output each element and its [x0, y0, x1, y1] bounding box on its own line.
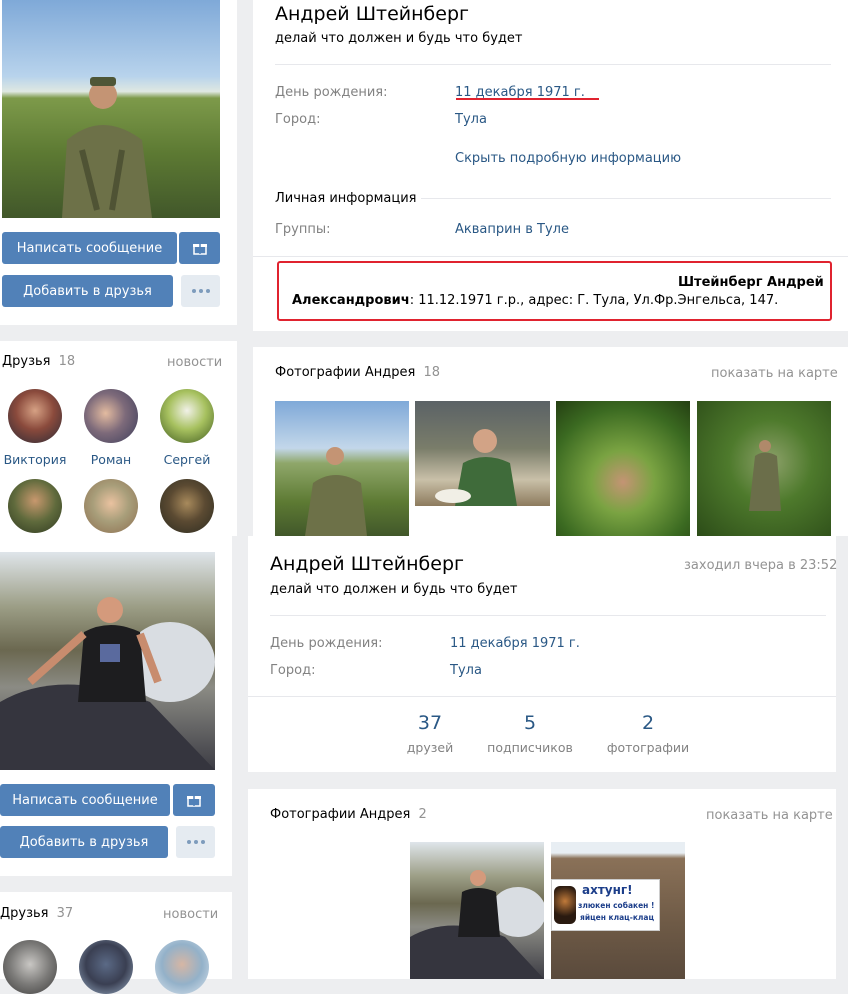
friends-card: Друзья 18 новости Виктория Роман Сергей — [0, 341, 237, 536]
left-profile-card: Написать сообщение Добавить в друзья — [0, 0, 237, 325]
counter-number: 2 — [641, 712, 655, 734]
sign-text-line1: ахтунг! — [582, 883, 633, 897]
note-name-line2: Александрович — [292, 293, 410, 308]
photos-heading[interactable]: Фотографии Андрея 18 — [275, 365, 440, 380]
gift-icon — [187, 796, 201, 807]
gift-button[interactable] — [173, 784, 215, 816]
birthday-value[interactable]: 11 декабря 1971 г. — [450, 636, 580, 651]
add-friend-button[interactable]: Добавить в друзья — [2, 275, 173, 307]
sign-text-line2: злюкен собакен ! — [578, 901, 655, 910]
photo-thumbnail[interactable] — [556, 401, 690, 536]
top-profile-info-card: Андрей Штейнберг делай что должен и будь… — [253, 0, 848, 331]
last-seen: заходил вчера в 23:52 — [684, 558, 838, 573]
city-label: Город: — [270, 663, 316, 678]
sign-text-line3: яйцен клац-клац — [580, 913, 655, 922]
friend-avatar[interactable] — [160, 479, 214, 533]
friends-heading[interactable]: Друзья 37 — [0, 906, 73, 921]
note-details: : 11.12.1971 г.р., адрес: Г. Тула, Ул.Фр… — [409, 293, 779, 308]
note-name-line1: Штейнберг Андрей — [678, 275, 824, 290]
friends-count: 18 — [58, 354, 76, 369]
dog-icon — [554, 886, 576, 924]
birthday-label: День рождения: — [275, 85, 388, 100]
friend-avatar[interactable] — [3, 940, 57, 994]
city-value[interactable]: Тула — [455, 112, 487, 127]
friend-name[interactable]: Роман — [76, 452, 146, 467]
photo-thumbnail[interactable] — [410, 842, 544, 979]
man-and-car-icon — [0, 597, 215, 770]
more-actions-button[interactable] — [176, 826, 215, 858]
divider — [248, 696, 836, 697]
friends-heading-label: Друзья — [2, 354, 51, 369]
friend-avatar[interactable] — [155, 940, 209, 994]
divider — [421, 198, 831, 199]
counter-label: фотографии — [606, 740, 690, 755]
note-line2: Александрович: 11.12.1971 г.р., адрес: Г… — [292, 293, 778, 308]
show-on-map-link[interactable]: показать на карте — [706, 808, 833, 823]
photos-heading[interactable]: Фотографии Андрея 2 — [270, 807, 427, 822]
bottom-profile-info-card: Андрей Штейнберг заходил вчера в 23:52 д… — [248, 536, 838, 772]
friends-heading[interactable]: Друзья 18 — [2, 354, 75, 369]
city-label: Город: — [275, 112, 321, 127]
show-on-map-link[interactable]: показать на карте — [711, 366, 838, 381]
counter-label: друзей — [406, 740, 454, 755]
divider — [253, 256, 848, 257]
profile-name: Андрей Штейнберг — [270, 553, 464, 575]
counter-number: 5 — [523, 712, 537, 734]
profile-status: делай что должен и будь что будет — [275, 31, 523, 46]
friend-name[interactable]: Виктория — [0, 452, 70, 467]
friend-avatar[interactable] — [84, 389, 138, 443]
friend-avatar[interactable] — [160, 389, 214, 443]
photo-thumbnail[interactable] — [697, 401, 831, 536]
gift-button[interactable] — [179, 232, 220, 264]
add-friend-button[interactable]: Добавить в друзья — [0, 826, 168, 858]
friends-count: 37 — [56, 906, 74, 921]
left-profile-card-2: Написать сообщение Добавить в друзья — [0, 536, 232, 876]
bottom-photos-card: Фотографии Андрея 2 показать на карте ах… — [248, 789, 836, 979]
soldier-figure-icon — [62, 77, 152, 218]
divider — [270, 615, 826, 616]
photos-heading-label: Фотографии Андрея — [270, 807, 411, 822]
photos-count: 18 — [423, 365, 441, 380]
friend-avatar[interactable] — [84, 479, 138, 533]
profile-avatar-photo[interactable] — [0, 552, 215, 770]
news-link[interactable]: новости — [163, 907, 218, 922]
photo-thumbnail[interactable]: ахтунг! злюкен собакен ! яйцен клац-клац — [551, 842, 685, 979]
friends-card-2: Друзья 37 новости — [0, 892, 232, 994]
profile-status: делай что должен и будь что будет — [270, 582, 518, 597]
top-photos-card: Фотографии Андрея 18 показать на карте — [253, 347, 848, 536]
gift-icon — [192, 244, 207, 255]
friends-heading-label: Друзья — [0, 906, 49, 921]
friend-avatar[interactable] — [8, 389, 62, 443]
groups-value[interactable]: Акваприн в Туле — [455, 222, 569, 237]
counter-label: подписчиков — [487, 740, 573, 755]
groups-label: Группы: — [275, 222, 331, 237]
profile-avatar-photo[interactable] — [2, 0, 220, 218]
profile-name: Андрей Штейнберг — [275, 3, 469, 25]
highlighted-note-box — [277, 261, 832, 321]
photo-thumbnail[interactable] — [275, 401, 409, 536]
news-link[interactable]: новости — [167, 355, 222, 370]
red-underline — [456, 98, 599, 100]
photo-thumbnail[interactable] — [415, 401, 550, 506]
city-value[interactable]: Тула — [450, 663, 482, 678]
send-message-button[interactable]: Написать сообщение — [0, 784, 170, 816]
friend-avatar[interactable] — [79, 940, 133, 994]
photos-count: 2 — [418, 807, 427, 822]
counter-number: 37 — [417, 712, 443, 734]
divider — [275, 64, 831, 65]
more-actions-button[interactable] — [181, 275, 220, 307]
personal-info-heading: Личная информация — [275, 191, 417, 206]
hide-details-link[interactable]: Скрыть подробную информацию — [455, 151, 681, 166]
photos-heading-label: Фотографии Андрея — [275, 365, 416, 380]
birthday-label: День рождения: — [270, 636, 383, 651]
friend-avatar[interactable] — [8, 479, 62, 533]
friend-name[interactable]: Сергей — [152, 452, 222, 467]
send-message-button[interactable]: Написать сообщение — [2, 232, 177, 264]
warning-sign: ахтунг! злюкен собакен ! яйцен клац-клац — [551, 879, 660, 931]
